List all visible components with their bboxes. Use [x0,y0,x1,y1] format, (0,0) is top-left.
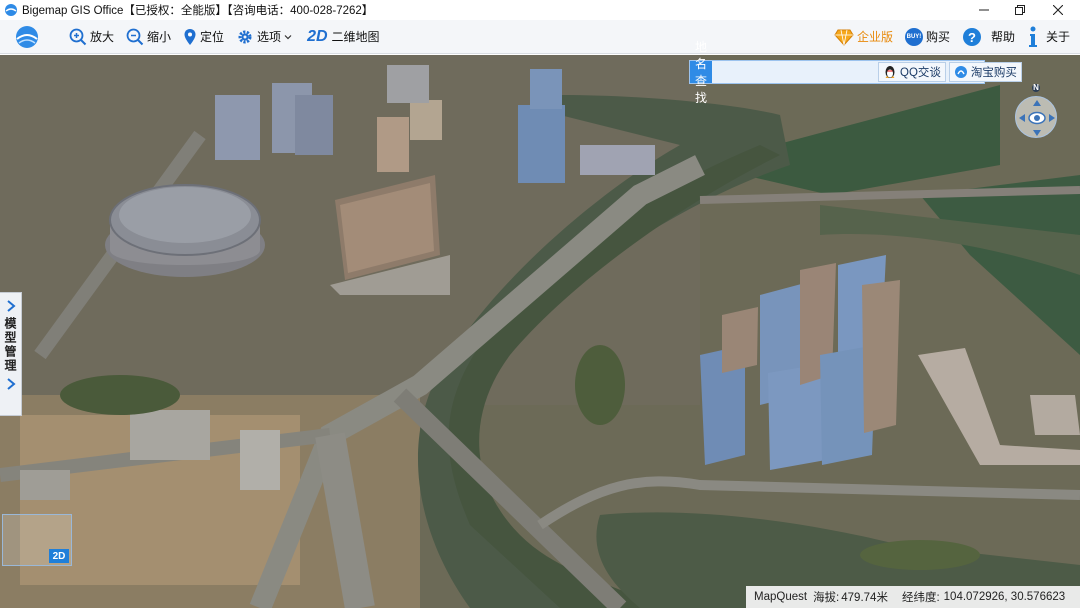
north-indicator: N [1033,83,1039,92]
close-button[interactable] [1040,0,1076,20]
qq-chat-button[interactable]: QQ交谈 [878,62,946,82]
app-logo-icon [16,25,38,48]
navigation-widget: N [1013,83,1059,154]
overview-2d-toggle[interactable]: 2D [49,549,69,563]
taobao-icon [954,66,967,78]
locate-label: 定位 [200,30,225,44]
mode-2d-icon: 2D [307,27,328,45]
enterprise-label: 企业版 [856,30,893,44]
satellite-3d-scene [0,55,1080,608]
options-button[interactable]: 选项 [232,23,299,51]
status-bar: MapQuest 海拔: 479.74米 经纬度: 104.072926, 30… [746,586,1080,608]
place-search-input[interactable] [712,61,876,83]
pan-arrows-icon [1019,100,1055,136]
model-management-label: 模型管理 [3,317,17,373]
place-search-bar: 地名查找 QQ交谈 淘宝购买 [689,40,1022,105]
locate-button[interactable]: 定位 [179,23,228,51]
buy-label: 购买 [925,30,950,44]
zoom-out-button[interactable]: 缩小 [122,23,175,51]
qq-penguin-icon [885,66,895,78]
map-3d-view[interactable] [0,55,1080,608]
zoom-out-label: 缩小 [147,30,172,44]
minimize-button[interactable] [966,0,1002,20]
zoom-in-label: 放大 [90,30,115,44]
chevron-right-icon [6,300,16,312]
buy-button[interactable]: BUY! 购买 [901,23,954,51]
chevron-right-icon [6,378,16,390]
zoom-in-icon [69,28,87,45]
about-button[interactable]: 关于 [1023,23,1074,51]
enterprise-button[interactable]: 企业版 [830,23,897,51]
gear-icon [238,30,252,43]
map-2d-button[interactable]: 2D 二维地图 [303,23,383,51]
options-label: 选项 [257,30,282,44]
map-provider: MapQuest [754,591,808,603]
about-label: 关于 [1045,30,1070,44]
map-2d-label: 二维地图 [331,30,380,44]
coordinates-value: 104.072926, 30.576623 [943,591,1066,603]
coordinates-label: 经纬度: [901,592,940,604]
model-management-tab[interactable]: 模型管理 [0,292,22,416]
elevation-label: 海拔: [813,592,840,604]
info-icon [1028,26,1037,47]
qq-chat-label: QQ交谈 [900,67,941,79]
overview-map[interactable]: 2D [2,514,72,566]
window-title: Bigemap GIS Office【已授权：全能版】【咨询电话：400-028… [22,5,374,17]
help-icon: ? [962,27,981,46]
svg-text:?: ? [968,30,976,45]
restore-icon [1015,5,1025,15]
chevron-down-icon [284,34,292,39]
elevation-value: 479.74米 [841,592,888,604]
home-logo-button[interactable] [10,23,47,51]
diamond-icon [834,29,854,46]
app-logo-icon [5,4,17,16]
place-search-label: 地名查找 [690,40,713,105]
minimize-icon [979,9,989,11]
buy-badge-icon: BUY! [904,27,923,46]
maximize-button[interactable] [1002,0,1038,20]
zoom-in-button[interactable]: 放大 [65,23,118,51]
help-button[interactable]: ? 帮助 [958,23,1019,51]
close-icon [1053,5,1063,15]
help-label: 帮助 [990,30,1015,44]
main-toolbar: 放大 缩小 定位 选项 2D 二维地图 企业版 BUY! 购买 ? 帮助 关于 [0,20,1080,54]
taobao-buy-button[interactable]: 淘宝购买 [948,62,1022,82]
zoom-out-icon [126,28,144,45]
location-pin-icon [184,28,196,45]
taobao-buy-label: 淘宝购买 [970,67,1017,79]
title-bar: Bigemap GIS Office【已授权：全能版】【咨询电话：400-028… [0,0,1080,20]
pan-control[interactable] [1015,96,1057,138]
